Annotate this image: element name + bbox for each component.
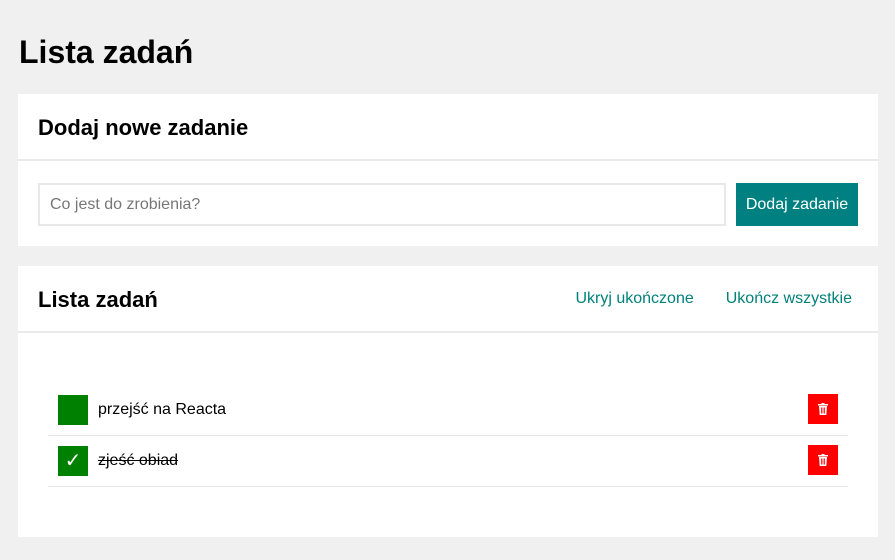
add-task-card: Dodaj nowe zadanie Dodaj zadanie [18, 94, 878, 246]
task-text: przejść na Reacta [98, 401, 227, 418]
delete-task-button[interactable] [808, 445, 838, 475]
delete-task-button[interactable] [808, 394, 838, 424]
add-task-card-title: Dodaj nowe zadanie [38, 115, 249, 140]
new-task-input[interactable] [38, 183, 726, 226]
task-text-completed: zjeść obiad [98, 452, 179, 469]
complete-all-link[interactable]: Ukończ wszystkie [726, 289, 852, 309]
task-checkbox[interactable] [58, 395, 88, 425]
page-title: Lista zadań [19, 34, 194, 70]
task-checkbox-checked[interactable]: ✓ [58, 446, 88, 476]
page: Lista zadań Dodaj nowe zadanie Dodaj zad… [0, 0, 895, 560]
task-item: ✓ zjeść obiad [48, 436, 848, 487]
task-list-card: Lista zadań Ukryj ukończone Ukończ wszys… [18, 266, 878, 537]
hide-completed-link[interactable]: Ukryj ukończone [575, 289, 693, 309]
add-task-button[interactable]: Dodaj zadanie [736, 183, 858, 226]
task-item: przejść na Reacta [48, 385, 848, 436]
add-task-card-header: Dodaj nowe zadanie [18, 94, 878, 161]
task-list: przejść na Reacta ✓ zjeść obiad [48, 385, 848, 487]
add-task-form: Dodaj zadanie [38, 183, 858, 226]
task-list-actions: Ukryj ukończone Ukończ wszystkie [575, 289, 852, 309]
trash-icon [818, 403, 828, 415]
trash-icon [818, 454, 828, 466]
task-list-card-title: Lista zadań [38, 287, 158, 312]
task-list-card-header: Lista zadań Ukryj ukończone Ukończ wszys… [18, 266, 878, 333]
